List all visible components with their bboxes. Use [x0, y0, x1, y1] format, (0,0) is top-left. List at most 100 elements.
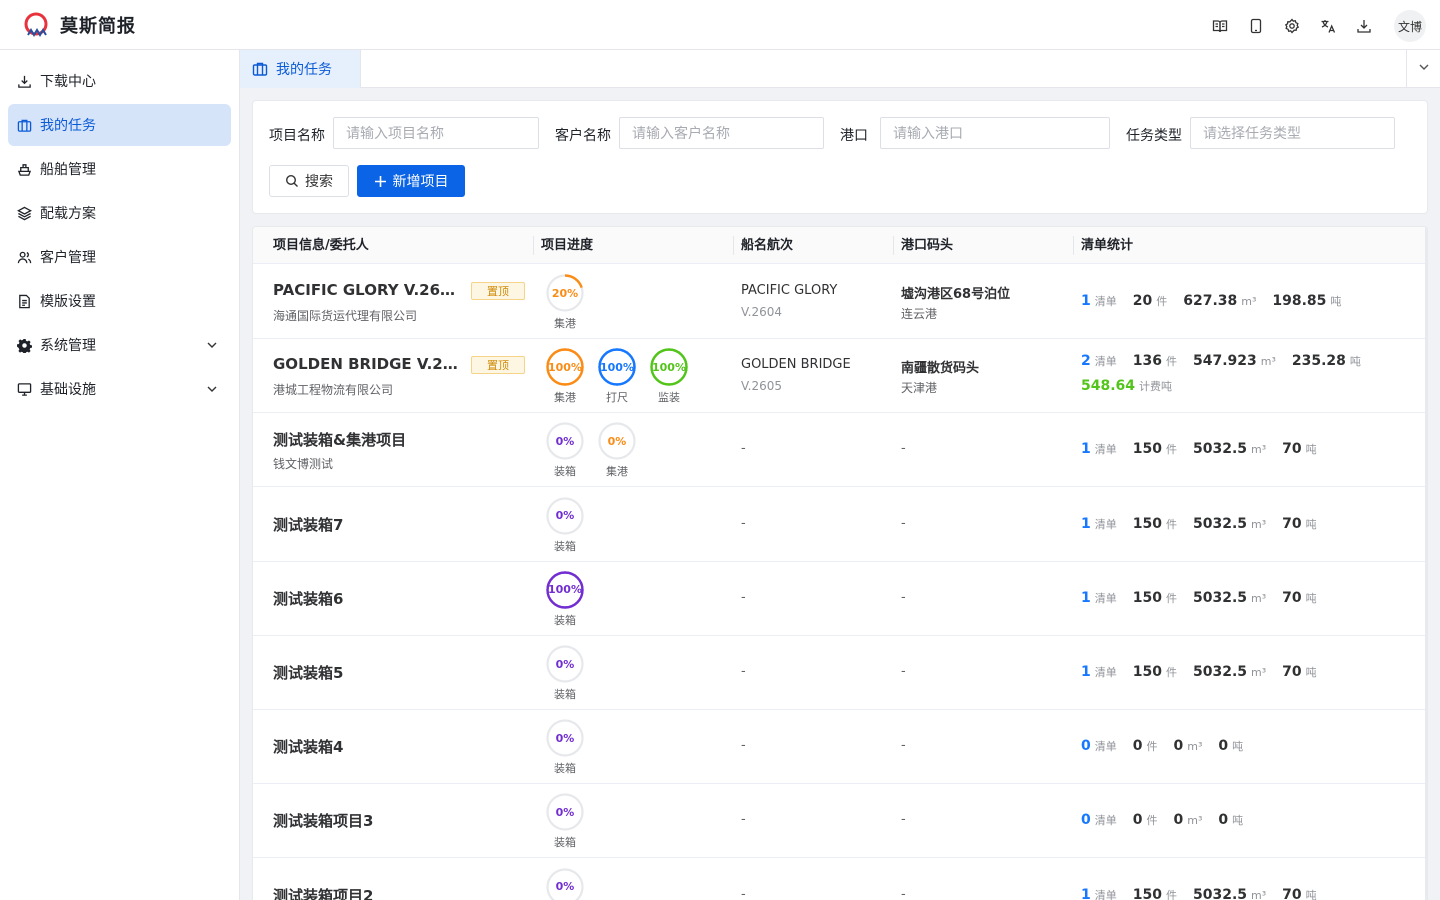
project-name[interactable]: 测试装箱4	[273, 736, 343, 757]
weight-value: 70	[1282, 886, 1302, 900]
translate-icon[interactable]	[1316, 11, 1340, 41]
add-project-button[interactable]: 新增项目	[357, 165, 465, 197]
volume-value: 5032.5	[1192, 515, 1248, 532]
progress-ring: 100%	[597, 347, 637, 387]
progress-label: 装箱	[554, 613, 576, 627]
book-icon[interactable]	[1208, 11, 1232, 41]
progress-indicator: 100% 打尺	[597, 347, 637, 405]
task-type-label: 任务类型	[1126, 128, 1182, 144]
port-berth: -	[901, 664, 906, 679]
sidebar-item-customer-management[interactable]: 客户管理	[8, 236, 231, 278]
project-name[interactable]: GOLDEN BRIDGE V.2605...	[273, 355, 465, 373]
list-count[interactable]: 0	[1081, 738, 1091, 754]
plus-icon	[374, 175, 386, 187]
column-header: 项目进度	[541, 238, 594, 253]
port-input[interactable]: 请输入港口	[880, 117, 1110, 149]
progress-ring: 0%	[545, 718, 585, 758]
progress-indicator: 0% 装箱	[545, 718, 585, 776]
user-avatar[interactable]: 文博	[1394, 10, 1426, 42]
list-count[interactable]: 1	[1081, 293, 1091, 309]
list-count[interactable]: 1	[1081, 664, 1091, 680]
list-count[interactable]: 1	[1081, 590, 1091, 606]
piece-count: 150	[1132, 441, 1162, 458]
piece-unit: 件	[1165, 517, 1177, 531]
project-name-input[interactable]: 请输入项目名称	[333, 117, 539, 149]
port-berth: -	[901, 886, 906, 900]
weight-value: 70	[1282, 589, 1302, 606]
client-name-input[interactable]: 请输入客户名称	[619, 117, 824, 149]
sidebar-item-infrastructure[interactable]: 基础设施	[8, 368, 231, 410]
list-unit: 清单	[1094, 517, 1117, 531]
sidebar-item-label: 配载方案	[40, 206, 96, 222]
sidebar-item-system-management[interactable]: 系统管理	[8, 324, 231, 366]
port-berth: -	[901, 515, 906, 531]
sidebar: 下载中心 我的任务 船舶管理 配载方案 客户管理 模版设置 系统管理 基础设施	[0, 50, 240, 900]
tab-my-tasks[interactable]: 我的任务	[240, 50, 361, 88]
briefcase-icon	[252, 61, 268, 77]
column-divider	[733, 236, 734, 255]
progress-indicator: 0% 装箱	[545, 421, 585, 479]
weight-unit: 吨	[1305, 517, 1317, 531]
project-name[interactable]: PACIFIC GLORY V.2604 ...	[273, 281, 465, 299]
column-header: 项目信息/委托人	[273, 238, 369, 253]
list-count[interactable]: 2	[1081, 353, 1091, 369]
users-icon	[16, 249, 32, 265]
volume-unit: m³	[1187, 814, 1203, 828]
list-stats: 0 清单 0件 0 m³ 0吨	[1081, 812, 1259, 828]
port-berth: -	[901, 589, 906, 605]
port-berth: -	[901, 441, 906, 457]
settings-icon[interactable]	[1280, 11, 1304, 41]
list-count[interactable]: 0	[1081, 812, 1091, 828]
project-name[interactable]: 测试装箱项目3	[273, 810, 373, 831]
project-name[interactable]: 测试装箱5	[273, 662, 343, 683]
table-row[interactable]: PACIFIC GLORY V.2604 ... 海通国际货运代理有限公司 置顶 2…	[253, 265, 1427, 339]
project-name[interactable]: 测试装箱&集港项目	[273, 429, 406, 450]
volume-unit: m³	[1241, 295, 1257, 308]
sidebar-item-download-center[interactable]: 下载中心	[8, 60, 231, 102]
progress-label: 装箱	[554, 762, 576, 776]
sidebar-item-ship-management[interactable]: 船舶管理	[8, 148, 231, 190]
port-berth: -	[901, 738, 906, 754]
list-count[interactable]: 1	[1081, 516, 1091, 532]
list-count[interactable]: 1	[1081, 441, 1091, 457]
volume-unit: m³	[1251, 666, 1267, 679]
table-row[interactable]: 测试装箱&集港项目 钱文博测试 0% 装箱 0% 集港 - - 1 清单 150…	[253, 413, 1427, 488]
progress-ring: 0%	[545, 792, 585, 832]
project-name[interactable]: 测试装箱项目2	[273, 885, 373, 900]
app-logo[interactable]: 莫斯简报	[22, 11, 136, 39]
logo-mark-icon	[22, 11, 50, 39]
table-row[interactable]: 测试装箱4 0% 装箱 -- 0 清单 0件 0 m³ 0吨	[253, 710, 1427, 785]
progress-indicator: 0% 装箱	[545, 792, 585, 850]
project-name[interactable]: 测试装箱6	[273, 588, 343, 609]
project-name[interactable]: 测试装箱7	[273, 514, 343, 535]
piece-count: 150	[1132, 886, 1162, 900]
mobile-icon[interactable]	[1244, 11, 1268, 41]
sidebar-item-my-tasks[interactable]: 我的任务	[8, 104, 231, 146]
list-count[interactable]: 1	[1081, 887, 1091, 900]
tab-dropdown-button[interactable]	[1406, 50, 1440, 88]
table-row[interactable]: 测试装箱5 0% 装箱 - - 1 清单 150 件 5032.5 m³ 70 吨	[253, 636, 1427, 710]
port-berth: 墟沟港区68号泊位	[901, 287, 1011, 302]
sidebar-item-template-settings[interactable]: 模版设置	[8, 280, 231, 322]
progress-label: 集港	[606, 465, 628, 479]
table-row[interactable]: GOLDEN BRIDGE V.2605... 港城工程物流有限公司 置顶 100%…	[253, 339, 1427, 414]
table-row[interactable]: 测试装箱项目2 0% 装箱 - - 1清单 150件 5032.5m³ 70吨	[253, 859, 1427, 900]
download-icon[interactable]	[1352, 11, 1376, 41]
table-row[interactable]: 测试装箱项目3 0% 装箱 -- 0 清单 0件 0 m³ 0吨	[253, 784, 1427, 859]
table-row[interactable]: 测试装箱7 0% 装箱 - - 1 清单 150 件 5032.5 m³ 70 吨	[253, 488, 1427, 562]
sidebar-item-stowage-plan[interactable]: 配载方案	[8, 192, 231, 234]
tab-bar: 我的任务	[240, 50, 1440, 88]
progress-ring: 100%	[545, 570, 585, 610]
pinned-badge: 置顶	[471, 356, 525, 375]
progress-label: 装箱	[554, 836, 576, 850]
monitor-icon	[16, 381, 32, 397]
progress-percent: 0%	[555, 731, 575, 745]
table-scrollbar[interactable]	[1425, 227, 1427, 900]
billable-stats: 548.64 计费吨	[1081, 378, 1172, 394]
task-type-select[interactable]: 请选择任务类型	[1190, 117, 1395, 149]
port-berth: 南疆散货码头	[901, 361, 980, 377]
project-client: 钱文博测试	[273, 457, 334, 472]
ship-name: -	[741, 589, 746, 605]
search-button[interactable]: 搜索	[269, 165, 349, 197]
table-row[interactable]: 测试装箱6 100% 装箱 - - 1 清单 150 件 5032.5 m³ 70 吨	[253, 562, 1427, 636]
